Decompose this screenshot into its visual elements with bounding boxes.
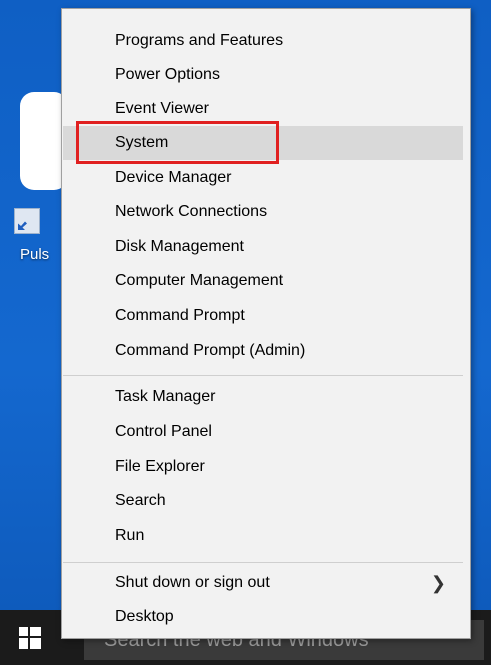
menu-item-shut-down-or-sign-out[interactable]: Shut down or sign out ❯: [62, 566, 470, 600]
menu-item-label: Power Options: [115, 66, 220, 83]
menu-item-file-explorer[interactable]: File Explorer: [62, 450, 470, 484]
menu-item-label: Device Manager: [115, 169, 232, 186]
menu-item-label: Shut down or sign out: [115, 574, 270, 591]
menu-item-label: File Explorer: [115, 458, 205, 475]
menu-item-label: Run: [115, 527, 145, 544]
menu-item-command-prompt[interactable]: Command Prompt: [62, 299, 470, 333]
menu-item-label: Computer Management: [115, 272, 284, 289]
menu-separator: [63, 375, 463, 376]
menu-item-label: Command Prompt: [115, 307, 245, 324]
start-button[interactable]: [0, 610, 60, 665]
menu-item-search[interactable]: Search: [62, 484, 470, 518]
menu-item-label: Disk Management: [115, 238, 244, 255]
menu-item-event-viewer[interactable]: Event Viewer: [62, 92, 470, 126]
menu-item-label: Network Connections: [115, 203, 268, 220]
menu-item-label: Desktop: [115, 608, 174, 625]
menu-item-device-manager[interactable]: Device Manager: [62, 161, 470, 195]
menu-item-power-options[interactable]: Power Options: [62, 58, 470, 92]
menu-separator: [63, 562, 463, 563]
menu-item-label: System: [115, 134, 169, 151]
menu-item-run[interactable]: Run: [62, 519, 470, 553]
menu-item-network-connections[interactable]: Network Connections: [62, 195, 470, 229]
shortcut-arrow-icon[interactable]: [14, 208, 40, 234]
menu-item-label: Task Manager: [115, 388, 216, 405]
menu-item-programs-and-features[interactable]: Programs and Features: [62, 24, 470, 58]
menu-item-label: Programs and Features: [115, 32, 284, 49]
windows-logo-icon: [19, 626, 41, 649]
menu-item-label: Event Viewer: [115, 100, 209, 117]
menu-item-desktop[interactable]: Desktop: [62, 600, 470, 634]
menu-item-label: Control Panel: [115, 423, 212, 440]
winx-context-menu: Programs and Features Power Options Even…: [61, 8, 471, 639]
menu-item-command-prompt-admin[interactable]: Command Prompt (Admin): [62, 334, 470, 368]
menu-item-control-panel[interactable]: Control Panel: [62, 415, 470, 449]
chevron-right-icon: ❯: [430, 573, 446, 593]
menu-item-label: Command Prompt (Admin): [115, 342, 306, 359]
menu-item-label: Search: [115, 492, 166, 509]
menu-item-task-manager[interactable]: Task Manager: [62, 380, 470, 414]
menu-item-computer-management[interactable]: Computer Management: [62, 264, 470, 298]
desktop-shortcut-label[interactable]: Puls: [20, 246, 49, 263]
menu-item-disk-management[interactable]: Disk Management: [62, 230, 470, 264]
menu-item-system[interactable]: System: [63, 126, 463, 160]
